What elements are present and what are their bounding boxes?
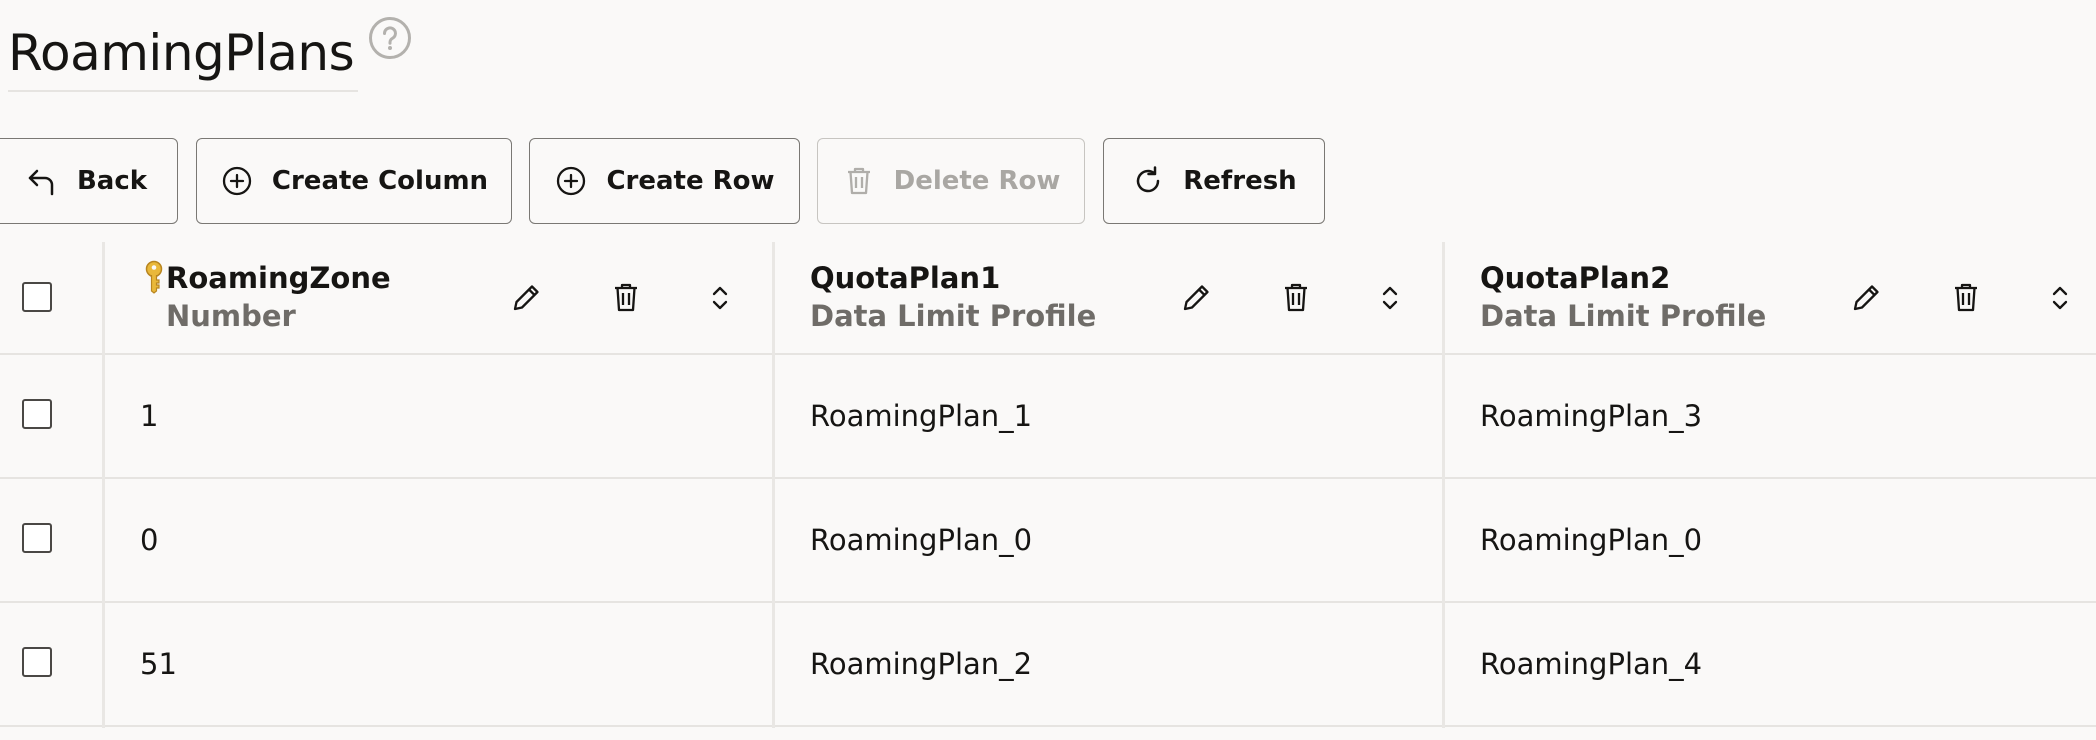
plus-circle-icon <box>222 166 252 196</box>
column-header-title[interactable]: QuotaPlan1 <box>810 260 1000 296</box>
page-header: RoamingPlans <box>8 16 412 92</box>
trash-icon[interactable] <box>608 280 644 316</box>
column-header-type: Data Limit Profile <box>1480 299 1767 333</box>
create-row-button[interactable]: Create Row <box>529 138 800 224</box>
table-cell[interactable]: RoamingPlan_0 <box>810 522 1032 558</box>
trash-icon <box>847 167 870 195</box>
pencil-icon[interactable] <box>1178 280 1214 316</box>
pencil-icon[interactable] <box>1848 280 1884 316</box>
table-cell[interactable]: RoamingPlan_3 <box>1480 398 1702 434</box>
refresh-button[interactable]: Refresh <box>1103 138 1325 224</box>
column-divider <box>772 242 775 728</box>
column-header-title[interactable]: QuotaPlan2 <box>1480 260 1670 296</box>
refresh-label: Refresh <box>1183 166 1297 196</box>
table-header-row: RoamingZone Number QuotaPlan1 Data Limit… <box>0 242 2096 355</box>
table-cell[interactable]: RoamingPlan_4 <box>1480 646 1702 682</box>
select-all-checkbox[interactable] <box>22 282 52 312</box>
table-cell[interactable]: 0 <box>140 522 158 558</box>
key-icon <box>145 260 163 294</box>
refresh-icon <box>1137 166 1160 193</box>
table-cell[interactable]: 51 <box>140 646 177 682</box>
row-checkbox[interactable] <box>22 523 52 553</box>
sort-icon[interactable] <box>702 280 738 316</box>
pencil-icon[interactable] <box>508 280 544 316</box>
create-column-button[interactable]: Create Column <box>196 138 512 224</box>
delete-row-label: Delete Row <box>893 166 1061 196</box>
table-row[interactable]: 1 RoamingPlan_1 RoamingPlan_3 <box>0 355 2096 479</box>
back-button[interactable]: Back <box>0 138 178 224</box>
table-cell[interactable]: RoamingPlan_2 <box>810 646 1032 682</box>
data-grid: RoamingZone Number QuotaPlan1 Data Limit… <box>0 242 2096 728</box>
create-row-label: Create Row <box>606 166 775 196</box>
column-divider <box>102 242 105 728</box>
table-row[interactable]: 0 RoamingPlan_0 RoamingPlan_0 <box>0 479 2096 603</box>
table-row[interactable]: 51 RoamingPlan_2 RoamingPlan_4 <box>0 603 2096 727</box>
column-header-type: Data Limit Profile <box>810 299 1097 333</box>
row-checkbox[interactable] <box>22 647 52 677</box>
page-title: RoamingPlans <box>8 16 359 92</box>
back-button-label: Back <box>76 166 148 196</box>
back-arrow-icon <box>28 169 54 196</box>
column-divider <box>1442 242 1445 728</box>
row-checkbox[interactable] <box>22 399 52 429</box>
trash-icon[interactable] <box>1948 280 1984 316</box>
trash-icon[interactable] <box>1278 280 1314 316</box>
delete-row-button[interactable]: Delete Row <box>817 138 1085 224</box>
column-header-title[interactable]: RoamingZone <box>166 260 391 296</box>
plus-circle-icon <box>557 166 586 196</box>
create-column-label: Create Column <box>271 166 489 196</box>
table-cell[interactable]: 1 <box>140 398 158 434</box>
table-cell[interactable]: RoamingPlan_1 <box>810 398 1032 434</box>
sort-icon[interactable] <box>2042 280 2078 316</box>
column-header-type: Number <box>166 299 296 333</box>
sort-icon[interactable] <box>1372 280 1408 316</box>
help-circle-icon[interactable] <box>368 16 412 60</box>
table-cell[interactable]: RoamingPlan_0 <box>1480 522 1702 558</box>
